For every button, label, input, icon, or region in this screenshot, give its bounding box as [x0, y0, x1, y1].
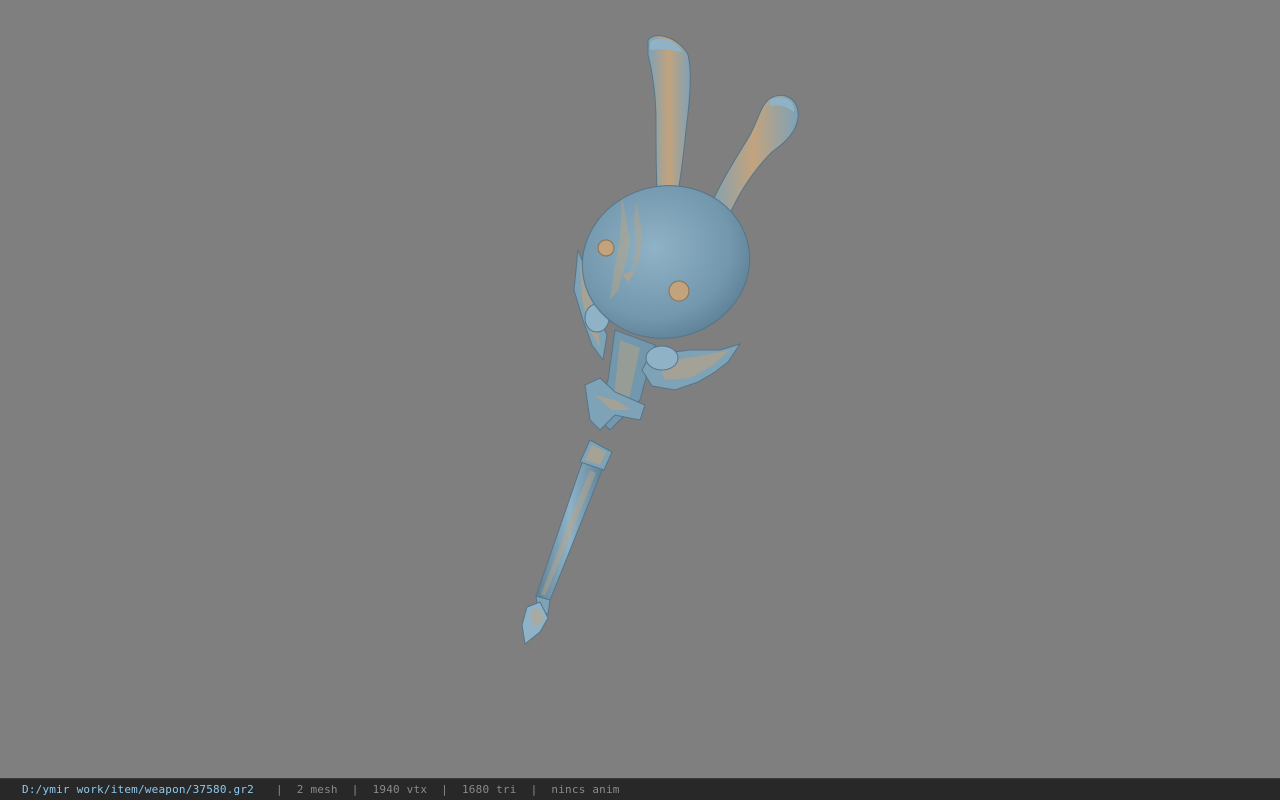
- status-separator: |: [530, 783, 538, 796]
- status-bar: D:/ymir work/item/weapon/37580.gr2 | 2 m…: [0, 778, 1280, 800]
- status-separator: |: [275, 783, 283, 796]
- status-separator: |: [351, 783, 359, 796]
- triangle-count-label: 1680 tri: [461, 783, 517, 796]
- bunny-staff-model-icon[interactable]: [0, 0, 1280, 778]
- left-eye: [597, 239, 615, 257]
- right-ear: [707, 95, 799, 219]
- mesh-count-label: 2 mesh: [296, 783, 338, 796]
- staff-shaft: [521, 439, 613, 645]
- file-path-label: D:/ymir work/item/weapon/37580.gr2: [22, 783, 254, 796]
- left-ear: [647, 35, 691, 206]
- status-separator: |: [441, 783, 448, 796]
- vertex-count-label: 1940 vtx: [372, 783, 428, 796]
- anim-status-label: nincs anim: [551, 783, 620, 796]
- 3d-viewport[interactable]: [0, 0, 1280, 778]
- right-eye: [668, 280, 690, 302]
